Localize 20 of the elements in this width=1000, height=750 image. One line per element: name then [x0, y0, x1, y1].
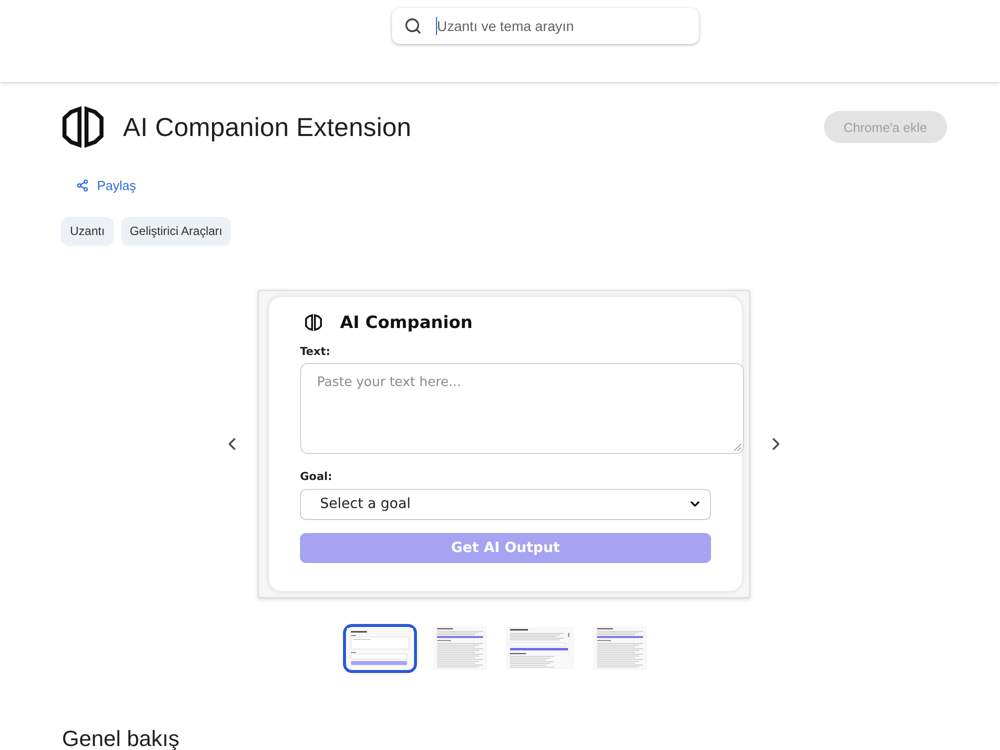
text-label: Text: [300, 344, 330, 358]
category-chip[interactable]: Uzantı [61, 216, 114, 246]
category-chip[interactable]: Geliştirici Araçları [120, 216, 232, 246]
goal-select[interactable]: Select a goal [300, 488, 711, 520]
share-link[interactable]: Paylaş [76, 175, 136, 195]
app-preview-drawing [347, 628, 413, 668]
share-icon [76, 178, 89, 192]
app-title: AI Companion [340, 312, 473, 332]
app-preview-drawing [506, 627, 574, 669]
goal-label: Goal: [300, 470, 332, 482]
resize-grip-icon [733, 442, 741, 450]
text-input-field[interactable]: Paste your text here... [300, 362, 744, 454]
extension-title: AI Companion Extension [123, 112, 412, 142]
overview-heading: Genel bakış [62, 728, 180, 750]
app-preview-drawing [433, 626, 487, 670]
app-preview-drawing [593, 626, 647, 670]
screenshot-thumbnail[interactable] [343, 624, 417, 672]
search-icon [404, 17, 422, 35]
search-field[interactable]: Uzantı ve tema arayın [392, 8, 699, 44]
logo-icon [61, 106, 105, 148]
